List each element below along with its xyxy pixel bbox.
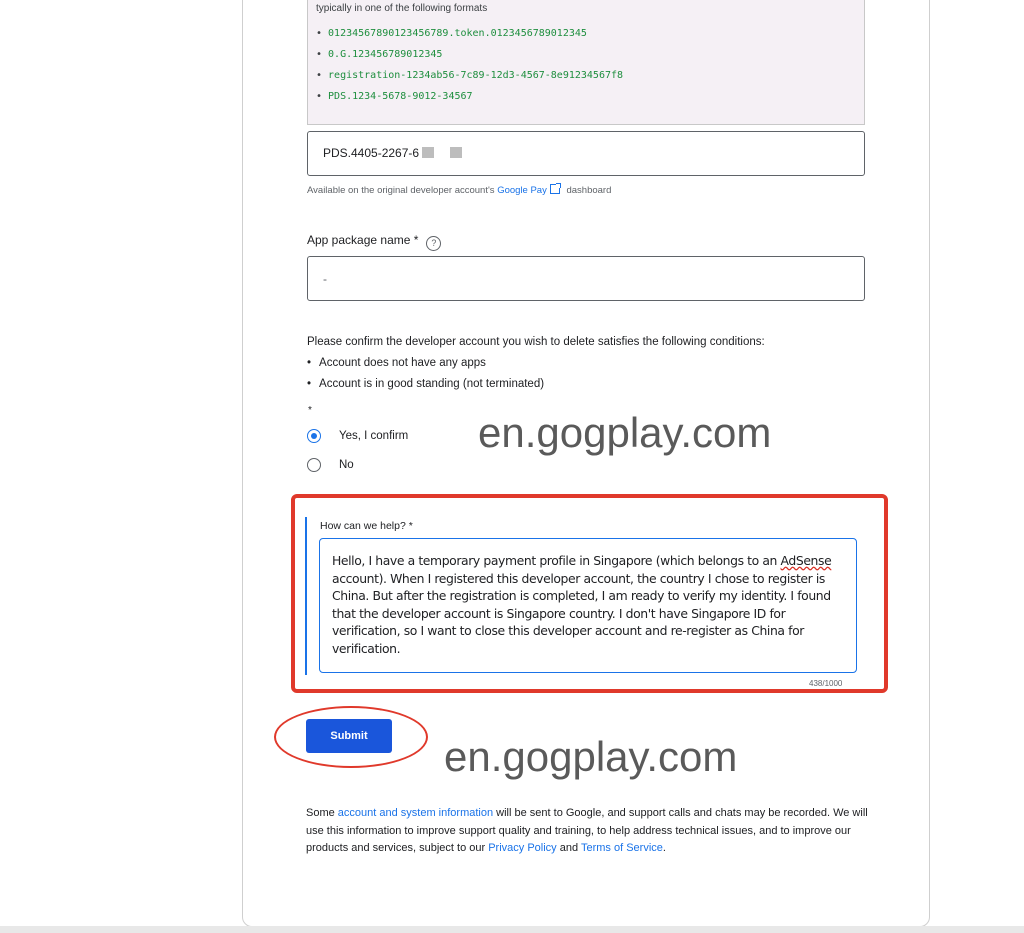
watermark-text: en.gogplay.com: [444, 733, 738, 780]
format-item: • PDS.1234-5678-9012-34567: [316, 91, 473, 102]
redaction-block: [450, 147, 463, 158]
payments-profile-id-input[interactable]: PDS.4405-2267-6: [307, 131, 865, 176]
bottom-edge: [0, 926, 1024, 933]
condition-item: Account is in good standing (not termina…: [307, 378, 544, 399]
formats-list: • 01234567890123456789.token.012345678901…: [316, 27, 623, 111]
format-item: • registration-1234ab56-7c89-12d3-4567-8e…: [316, 70, 624, 81]
radio-unselected-icon[interactable]: [307, 458, 321, 472]
help-icon[interactable]: ?: [426, 236, 442, 251]
formats-intro: typically in one of the following format…: [316, 3, 488, 14]
id-formats-box: typically in one of the following format…: [307, 0, 865, 125]
radio-selected-icon[interactable]: [307, 429, 321, 443]
external-link-icon[interactable]: [549, 183, 561, 194]
condition-item: Account does not have any apps: [307, 357, 544, 378]
help-textarea[interactable]: Hello, I have a temporary payment profil…: [319, 538, 857, 673]
app-package-label: App package name *?: [307, 233, 442, 251]
app-package-value: -: [323, 272, 327, 286]
format-item: • 0.G.123456789012345: [316, 49, 443, 60]
redaction-block: [422, 147, 435, 158]
radio-no[interactable]: No: [307, 458, 354, 472]
radio-no-label: No: [339, 459, 354, 471]
privacy-policy-link[interactable]: Privacy Policy: [488, 842, 556, 854]
conditions-list: Account does not have any apps Account i…: [307, 357, 544, 399]
app-package-input[interactable]: -: [307, 256, 865, 301]
privacy-footer: Some account and system information will…: [306, 807, 868, 855]
required-mark: *: [308, 405, 312, 416]
radio-yes-confirm[interactable]: Yes, I confirm: [307, 429, 408, 443]
char-counter: 438/1000: [809, 679, 843, 688]
confirm-question: Please confirm the developer account you…: [307, 336, 765, 348]
field-accent-bar: [305, 517, 307, 675]
annotation-circle: [274, 706, 428, 768]
help-label: How can we help? *: [320, 520, 413, 532]
payments-profile-id-value: PDS.4405-2267-6: [323, 146, 463, 160]
format-item: • 01234567890123456789.token.012345678901…: [316, 28, 587, 39]
watermark-text: en.gogplay.com: [478, 409, 772, 456]
radio-yes-label: Yes, I confirm: [339, 430, 409, 442]
payments-id-helper: Available on the original developer acco…: [307, 183, 612, 196]
terms-of-service-link[interactable]: Terms of Service: [581, 842, 663, 854]
account-info-link[interactable]: account and system information: [338, 807, 493, 819]
google-pay-link[interactable]: Google Pay: [497, 185, 547, 196]
